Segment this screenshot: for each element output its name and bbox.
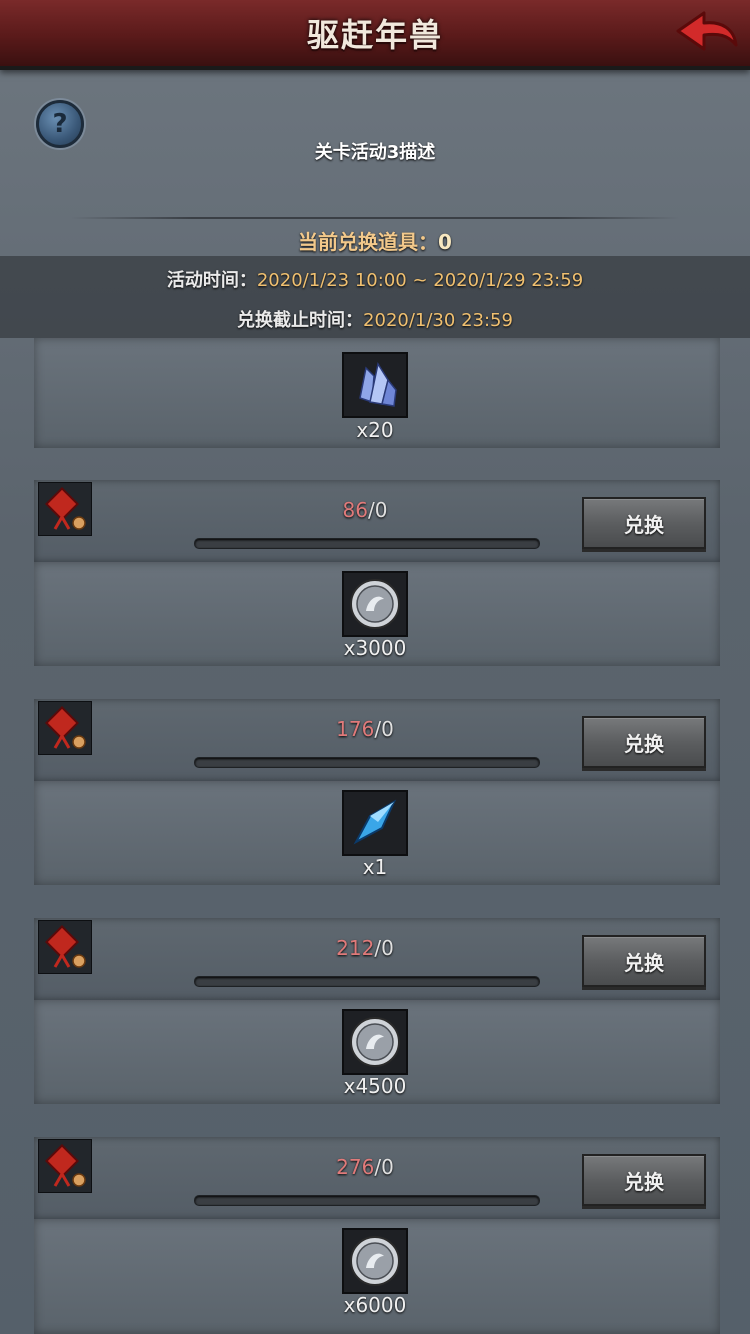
owned-value: /0: [374, 1155, 394, 1179]
activity-description: 关卡活动3描述: [314, 142, 436, 163]
chinese-knot-icon: [38, 701, 92, 755]
progress-bar: [194, 976, 540, 987]
cost-value: 276: [336, 1155, 375, 1179]
redeem-button[interactable]: 兑换: [582, 1154, 706, 1206]
silver-coin-icon: [350, 579, 400, 629]
redeem-button[interactable]: 兑换: [582, 497, 706, 549]
owned-value: /0: [374, 717, 394, 741]
owned-value: /0: [367, 498, 388, 522]
reward-qty: x4500: [343, 1074, 407, 1098]
cost-value: 176: [336, 717, 375, 741]
reward-item-slot[interactable]: [342, 790, 408, 856]
progress-bar: [194, 538, 540, 549]
reward-qty: x1: [362, 855, 388, 879]
reward-qty: x3000: [343, 636, 407, 660]
reward-item-slot[interactable]: [342, 571, 408, 637]
activity-time-label: 活动时间：: [166, 270, 257, 291]
reward-item-slot[interactable]: [342, 352, 408, 418]
redeem-button[interactable]: 兑换: [582, 935, 706, 987]
chinese-knot-icon: [38, 482, 92, 536]
progress-text: 176/0: [190, 717, 540, 741]
page-title: 驱赶年兽: [306, 16, 443, 54]
current-label: 当前兑换道具：: [298, 230, 439, 254]
deadline: 兑换截止时间：2020/1/30 23:59: [0, 306, 750, 332]
owned-value: /0: [374, 936, 394, 960]
time-info: 活动时间：2020/1/23 10:00 ~ 2020/1/29 23:59 兑…: [0, 256, 750, 338]
progress-text: 212/0: [190, 936, 540, 960]
back-arrow-icon: [676, 11, 738, 51]
silver-coin-icon: [350, 1017, 400, 1067]
progress-text: 276/0: [190, 1155, 540, 1179]
progress-text: 86/0: [190, 498, 540, 522]
current-exchange-item: 当前兑换道具：0: [0, 226, 750, 255]
deadline-value: 2020/1/30 23:59: [363, 310, 513, 331]
question-icon: ?: [52, 109, 68, 139]
chinese-knot-icon: [38, 1139, 92, 1193]
divider: [70, 217, 680, 219]
deadline-label: 兑换截止时间：: [237, 310, 364, 331]
chinese-knot-icon: [38, 920, 92, 974]
cost-value: 212: [336, 936, 375, 960]
cost-value: 86: [342, 498, 368, 522]
top-bar: 驱赶年兽: [0, 0, 750, 70]
reward-qty: x20: [356, 418, 394, 442]
redeem-button[interactable]: 兑换: [582, 716, 706, 768]
progress-bar: [194, 757, 540, 768]
blue-crystal-icon: [353, 799, 397, 845]
reward-item-slot[interactable]: [342, 1228, 408, 1294]
activity-time: 活动时间：2020/1/23 10:00 ~ 2020/1/29 23:59: [0, 266, 750, 292]
current-value: 0: [438, 230, 452, 254]
silver-coin-icon: [350, 1236, 400, 1286]
reward-item-slot[interactable]: [342, 1009, 408, 1075]
back-button[interactable]: [672, 6, 742, 58]
reward-qty: x6000: [343, 1293, 407, 1317]
progress-bar: [194, 1195, 540, 1206]
crystal-cluster-icon: [359, 362, 397, 407]
activity-time-value: 2020/1/23 10:00 ~ 2020/1/29 23:59: [256, 270, 584, 291]
